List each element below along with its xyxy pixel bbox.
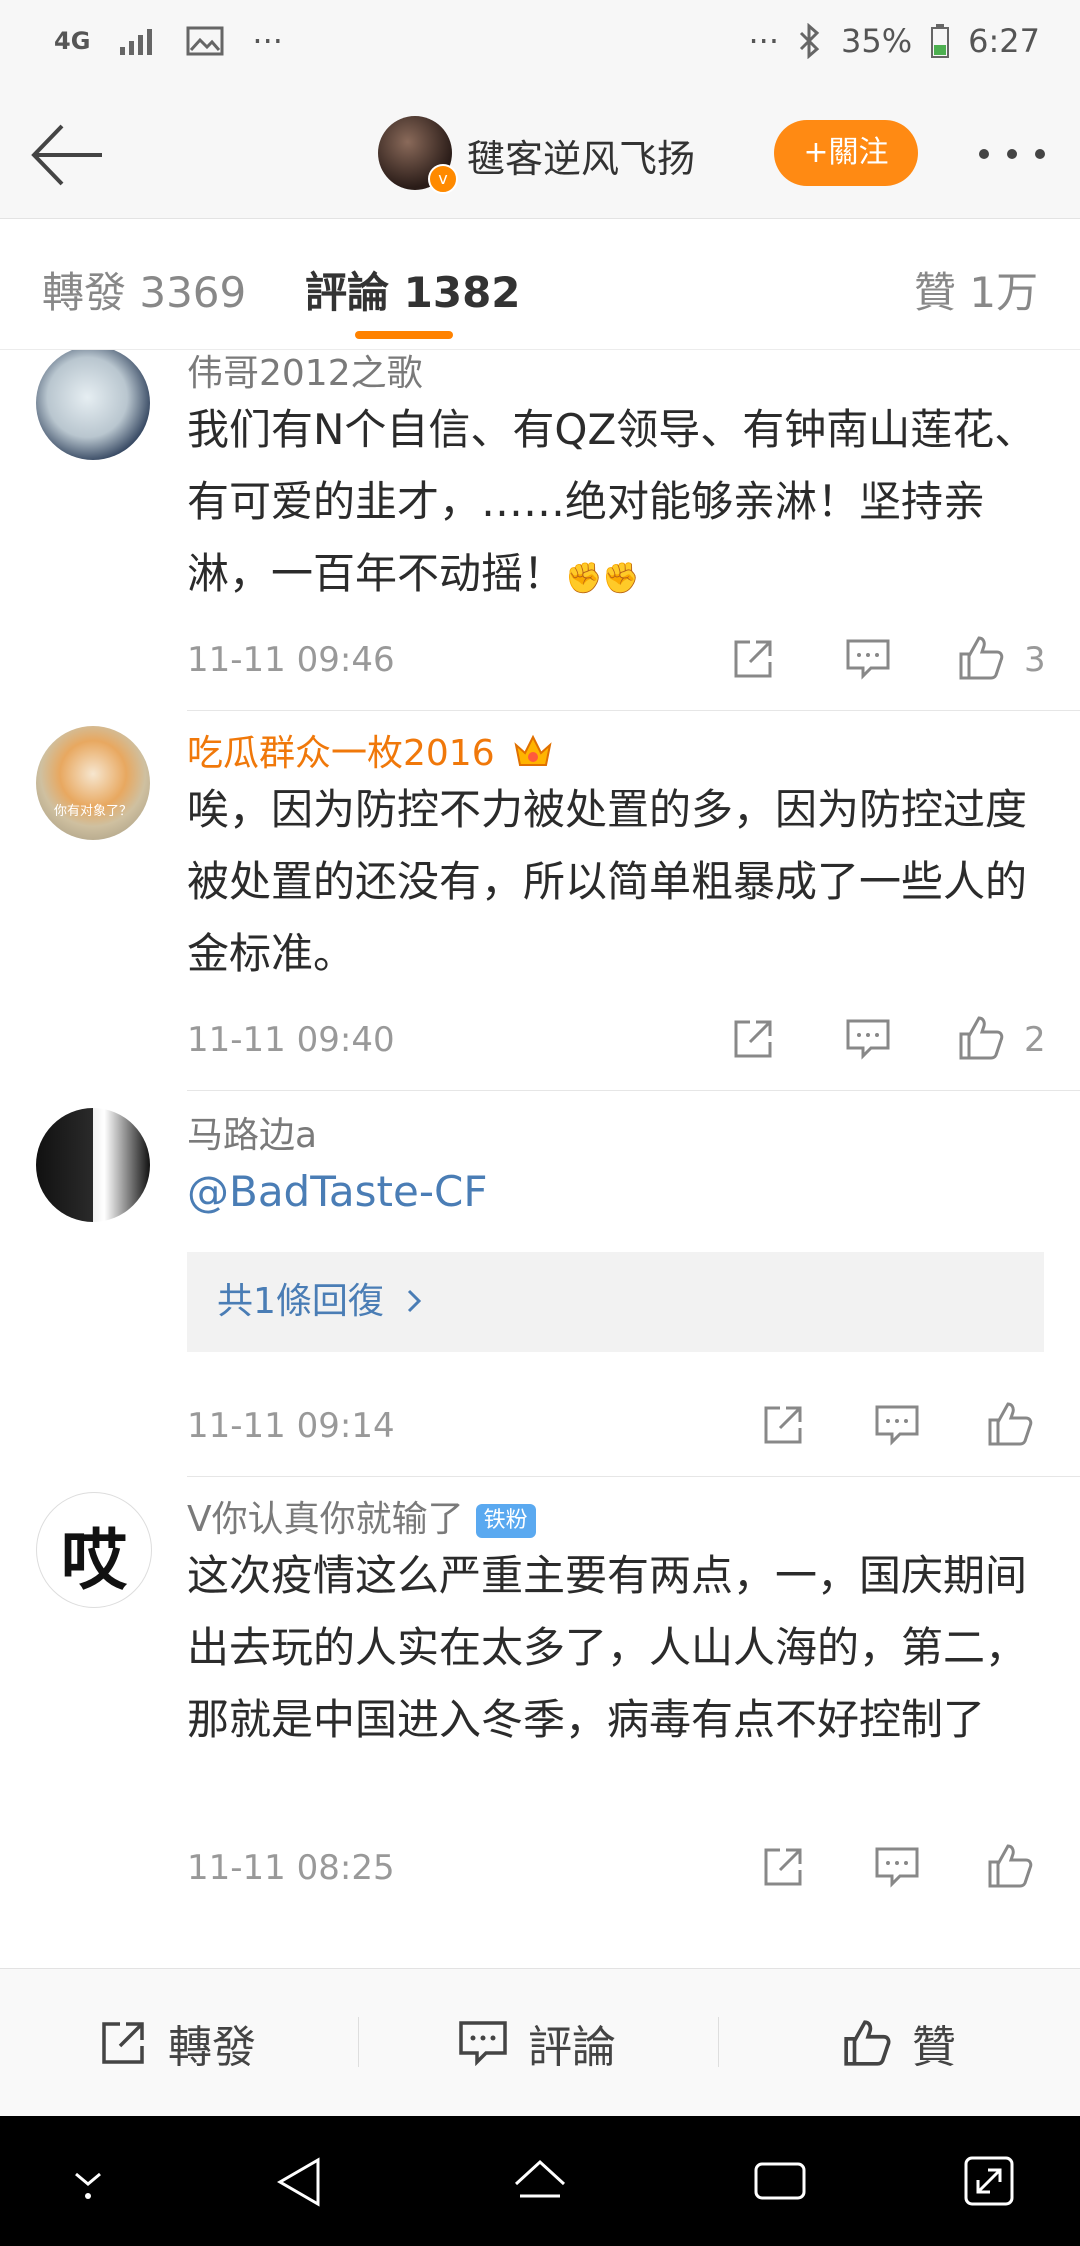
share-icon[interactable] bbox=[730, 636, 776, 682]
commenter-avatar[interactable]: 你有对象了？ bbox=[36, 726, 150, 840]
image-notification-icon bbox=[186, 26, 224, 56]
signal-icon bbox=[120, 29, 153, 55]
commenter-name[interactable]: 马路边a bbox=[187, 1106, 317, 1158]
like-icon[interactable] bbox=[957, 1014, 1005, 1062]
avatar-caption: 你有对象了？ bbox=[53, 804, 132, 819]
like-icon[interactable] bbox=[957, 634, 1005, 682]
separator bbox=[358, 2017, 359, 2067]
chevron-right-icon bbox=[408, 1289, 422, 1313]
chevron-down-icon[interactable] bbox=[64, 2164, 112, 2204]
like-icon bbox=[844, 2020, 891, 2066]
comment-label: 評論 bbox=[528, 2022, 616, 2073]
active-tab-indicator bbox=[355, 331, 453, 339]
more-notifications: ··· bbox=[252, 22, 283, 60]
commenter-name-text: 吃瓜群众一枚2016 bbox=[187, 733, 495, 774]
replies-summary[interactable]: 共1條回復 bbox=[187, 1252, 1044, 1352]
comment-list[interactable]: 伟哥2012之歌 我们有N个自信、有QZ领导、有钟南山莲花、有可爱的韭才，……绝… bbox=[0, 350, 1080, 1968]
bottom-action-bar: 轉發 評論 贊 bbox=[0, 1968, 1080, 2117]
system-nav-bar bbox=[0, 2116, 1080, 2246]
mention-link[interactable]: @BadTaste-CF bbox=[187, 1156, 1047, 1228]
comment-icon bbox=[459, 2021, 507, 2066]
share-icon bbox=[102, 2022, 144, 2064]
comment-timestamp: 11-11 09:46 bbox=[187, 640, 395, 680]
comment-text: 这次疫情这么严重主要有两点，一，国庆期间出去玩的人实在太多了，人山人海的，第二，… bbox=[187, 1551, 1028, 1744]
commenter-avatar[interactable] bbox=[36, 1108, 150, 1222]
reply-icon[interactable] bbox=[845, 1018, 891, 1060]
top-bar: v 毽客逆风飞扬 +關注 bbox=[0, 90, 1080, 219]
fist-emoji-icon: ✊✊ bbox=[565, 561, 640, 596]
comment-divider bbox=[187, 1090, 1080, 1091]
tab-reposts[interactable]: 轉發 3369 bbox=[42, 259, 246, 320]
commenter-avatar[interactable] bbox=[36, 350, 150, 460]
bluetooth-icon bbox=[799, 23, 820, 59]
like-label: 贊 bbox=[912, 2022, 956, 2073]
like-icon[interactable] bbox=[986, 1400, 1034, 1448]
status-bar: 4G ··· ··· 35% 6:27 bbox=[0, 0, 1080, 90]
back-nav-icon[interactable] bbox=[272, 2154, 328, 2210]
crown-icon bbox=[514, 734, 552, 766]
tab-likes[interactable]: 贊 1万 bbox=[914, 259, 1038, 320]
reply-icon[interactable] bbox=[845, 638, 891, 680]
avatar-glyph: 哎 bbox=[61, 1521, 127, 1599]
tab-comments[interactable]: 評論 1382 bbox=[305, 259, 521, 320]
network-label: 4G bbox=[54, 27, 91, 55]
repost-label: 轉發 bbox=[168, 2022, 256, 2073]
share-icon[interactable] bbox=[730, 1016, 776, 1062]
verified-badge-icon: v bbox=[428, 164, 458, 194]
home-nav-icon[interactable] bbox=[508, 2154, 572, 2210]
recents-nav-icon[interactable] bbox=[750, 2156, 810, 2206]
like-icon[interactable] bbox=[986, 1842, 1034, 1890]
fan-badge: 铁粉 bbox=[475, 1504, 536, 1538]
share-icon[interactable] bbox=[760, 1844, 806, 1890]
expand-nav-icon[interactable] bbox=[960, 2152, 1018, 2210]
commenter-avatar[interactable]: 哎 bbox=[36, 1492, 152, 1608]
repost-button[interactable]: 轉發 bbox=[98, 2011, 256, 2075]
like-button[interactable]: 贊 bbox=[842, 2011, 956, 2075]
comment-timestamp: 11-11 09:14 bbox=[187, 1406, 395, 1446]
more-options-icon[interactable] bbox=[976, 134, 1048, 174]
comment-text: 我们有N个自信、有QZ领导、有钟南山莲花、有可爱的韭才，……绝对能够亲淋！坚持亲… bbox=[187, 394, 1047, 615]
share-icon[interactable] bbox=[760, 1402, 806, 1448]
author-name[interactable]: 毽客逆风飞扬 bbox=[467, 128, 695, 183]
battery-icon bbox=[931, 24, 950, 58]
reply-icon[interactable] bbox=[874, 1404, 920, 1446]
clock: 6:27 bbox=[968, 22, 1040, 60]
comment-timestamp: 11-11 08:25 bbox=[187, 1848, 395, 1888]
comment-divider bbox=[187, 1476, 1080, 1477]
like-count: 2 bbox=[1024, 1020, 1046, 1060]
reply-icon[interactable] bbox=[874, 1846, 920, 1888]
commenter-name-text: V你认真你就输了 bbox=[187, 1499, 464, 1540]
comment-text: 唉，因为防控不力被处置的多，因为防控过度被处置的还没有，所以简单粗暴成了一些人的… bbox=[187, 785, 1028, 978]
more-status: ··· bbox=[748, 22, 780, 60]
commenter-name[interactable]: V你认真你就输了 铁粉 bbox=[187, 1490, 536, 1542]
follow-button[interactable]: +關注 bbox=[774, 120, 918, 186]
battery-percent: 35% bbox=[841, 22, 913, 60]
commenter-name[interactable]: 吃瓜群众一枚2016 bbox=[187, 724, 554, 776]
comment-divider bbox=[187, 710, 1080, 711]
tab-bar: 轉發 3369 評論 1382 贊 1万 bbox=[0, 219, 1080, 350]
separator bbox=[718, 2017, 719, 2067]
comment-timestamp: 11-11 09:40 bbox=[187, 1020, 395, 1060]
back-arrow-icon[interactable] bbox=[26, 122, 106, 188]
commenter-name[interactable]: 伟哥2012之歌 bbox=[187, 350, 423, 396]
like-count: 3 bbox=[1024, 640, 1046, 680]
replies-summary-label: 共1條回復 bbox=[217, 1281, 384, 1322]
comment-button[interactable]: 評論 bbox=[458, 2011, 616, 2075]
